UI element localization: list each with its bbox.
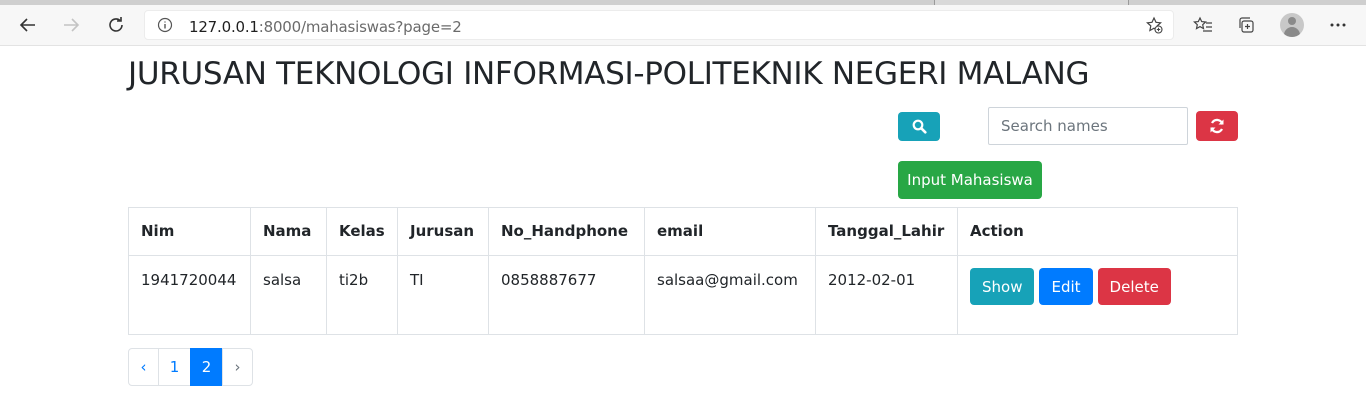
column-header: email: [644, 207, 816, 256]
info-icon[interactable]: [157, 17, 173, 38]
pagination-page-2[interactable]: 2: [190, 348, 223, 386]
table-header-row: Nim Nama Kelas Jurusan No_Handphone emai…: [128, 207, 1238, 256]
cell-action: Show Edit Delete: [957, 255, 1238, 335]
column-header: Tanggal_Lahir: [815, 207, 958, 256]
search-input[interactable]: [988, 107, 1188, 145]
forward-icon[interactable]: [56, 10, 86, 40]
column-header: No_Handphone: [488, 207, 645, 256]
reload-icon[interactable]: [101, 10, 131, 40]
more-icon[interactable]: [1323, 10, 1353, 40]
mahasiswa-table: Nim Nama Kelas Jurusan No_Handphone emai…: [128, 207, 1238, 335]
search-icon: [912, 119, 927, 134]
cell-no-handphone: 0858887677: [488, 255, 645, 335]
show-button[interactable]: Show: [970, 268, 1035, 305]
url-text: 127.0.0.1:8000/mahasiswas?page=2: [189, 18, 462, 36]
cell-nama: salsa: [250, 255, 327, 335]
refresh-icon: [1210, 118, 1224, 134]
cell-email: salsaa@gmail.com: [644, 255, 816, 335]
refresh-button[interactable]: [1196, 111, 1238, 141]
pagination: ‹ 1 2 ›: [128, 348, 253, 386]
collections-icon[interactable]: [1231, 10, 1261, 40]
cell-nim: 1941720044: [128, 255, 251, 335]
profile-icon[interactable]: [1280, 13, 1304, 37]
page-title: JURUSAN TEKNOLOGI INFORMASI-POLITEKNIK N…: [128, 56, 1090, 92]
pagination-prev[interactable]: ‹: [128, 348, 159, 386]
column-header: Nim: [128, 207, 251, 256]
browser-toolbar: 127.0.0.1:8000/mahasiswas?page=2: [0, 5, 1366, 46]
table-row: 1941720044 salsa ti2b TI 0858887677 sals…: [128, 255, 1238, 335]
edit-button[interactable]: Edit: [1039, 268, 1093, 305]
pagination-next[interactable]: ›: [222, 348, 253, 386]
favorite-add-icon[interactable]: [1145, 16, 1163, 39]
back-icon[interactable]: [13, 10, 43, 40]
input-mahasiswa-button[interactable]: Input Mahasiswa: [898, 161, 1042, 199]
column-header: Action: [957, 207, 1238, 256]
search-button[interactable]: [898, 112, 940, 141]
column-header: Nama: [250, 207, 327, 256]
pagination-page-1[interactable]: 1: [158, 348, 191, 386]
cell-kelas: ti2b: [326, 255, 398, 335]
column-header: Jurusan: [397, 207, 489, 256]
column-header: Kelas: [326, 207, 398, 256]
delete-button[interactable]: Delete: [1097, 268, 1171, 305]
cell-jurusan: TI: [397, 255, 489, 335]
cell-tanggal-lahir: 2012-02-01: [815, 255, 958, 335]
favorites-icon[interactable]: [1188, 10, 1218, 40]
address-bar[interactable]: 127.0.0.1:8000/mahasiswas?page=2: [144, 10, 1174, 40]
